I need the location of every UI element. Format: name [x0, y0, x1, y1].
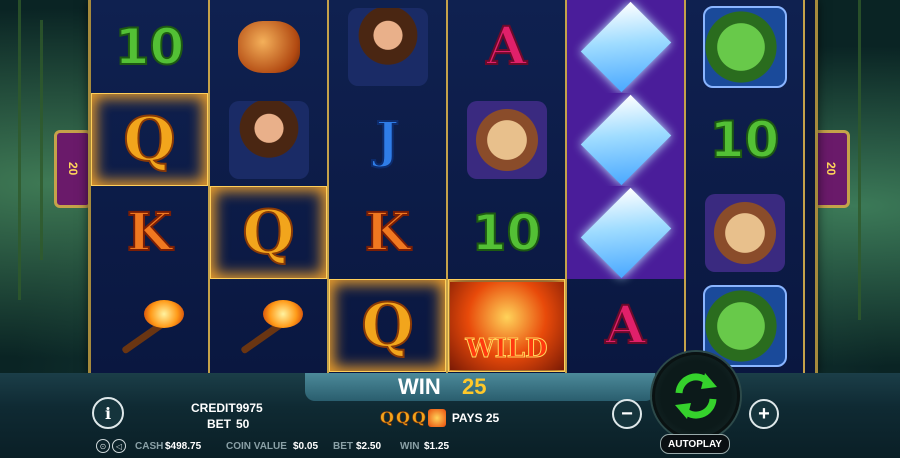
symbol-a: A	[604, 294, 646, 356]
symbol-j: J	[375, 109, 401, 169]
symbol-cell: K	[329, 186, 446, 279]
symbol-q: Q	[360, 290, 414, 361]
torch-icon	[110, 296, 190, 356]
woman-icon	[347, 7, 428, 86]
win-line-summary: Q Q Q PAYS 25	[380, 408, 500, 428]
reel-4: A 10 WILD	[448, 0, 567, 373]
bet-decrease-button[interactable]: −	[612, 399, 642, 429]
diamond-icon	[580, 94, 671, 185]
cash-value: $498.75	[165, 441, 202, 452]
pays-text: PAYS 25	[451, 410, 500, 425]
win-label: WIN	[398, 374, 441, 399]
symbol-cell: 10	[91, 0, 208, 93]
symbol-cell	[210, 0, 327, 93]
reel-6: 10	[686, 0, 805, 373]
symbol-q: Q	[241, 197, 295, 268]
vine-left-2	[40, 20, 43, 260]
wild-volcano-icon: WILD	[449, 281, 564, 370]
pays-symbol-q: Q	[395, 408, 411, 428]
spin-button[interactable]	[652, 352, 740, 440]
reel-1: 10 Q K	[91, 0, 210, 373]
symbol-cell	[567, 0, 684, 93]
symbol-cell: Q	[329, 279, 446, 372]
symbol-cell: WILD	[448, 279, 565, 372]
pays-symbol-q: Q	[411, 408, 427, 428]
symbol-cell: Q	[91, 93, 208, 186]
symbol-ten: 10	[114, 17, 186, 76]
symbol-cell	[329, 0, 446, 93]
cat-icon	[466, 100, 547, 179]
symbol-cell	[686, 0, 803, 93]
bet-info-value: $2.50	[356, 441, 382, 452]
balance-info-row: CASH $498.75 COIN VALUE $0.05 BET $2.50 …	[0, 437, 640, 457]
symbol-ten: 10	[471, 203, 543, 262]
bet-label: BET	[207, 417, 231, 431]
bet-info-label: BET	[333, 441, 353, 452]
symbol-q: Q	[122, 104, 176, 175]
wild-label: WILD	[465, 333, 548, 364]
dino-icon	[702, 284, 787, 367]
symbol-k: K	[126, 201, 173, 263]
info-button[interactable]: i	[92, 397, 124, 429]
credit-label: CREDIT	[191, 401, 236, 415]
reel-3: JKQ	[329, 0, 448, 373]
symbol-cell	[567, 93, 684, 186]
reel-2: Q	[210, 0, 329, 373]
vine-left	[18, 0, 21, 300]
symbol-cell	[448, 93, 565, 186]
win-info-value: $1.25	[424, 441, 450, 452]
coin-value-value: $0.05	[293, 441, 319, 452]
woman-icon	[228, 100, 309, 179]
diamond-icon	[580, 187, 671, 278]
symbol-cell	[567, 186, 684, 279]
symbol-cell	[210, 279, 327, 372]
amber-icon	[237, 20, 300, 73]
torch-icon	[229, 296, 309, 356]
credit-value: 9975	[236, 401, 263, 415]
win-amount: 25	[462, 374, 487, 399]
cash-label: CASH	[135, 441, 164, 452]
symbol-cell	[91, 279, 208, 372]
pays-symbol-q: Q	[380, 408, 395, 428]
symbol-ten: 10	[709, 110, 781, 169]
diamond-icon	[580, 1, 671, 92]
symbol-cell: J	[329, 93, 446, 186]
symbol-cell: 10	[448, 186, 565, 279]
symbol-cell	[686, 186, 803, 279]
reel-grid: 10 Q K Q J K Q A 10 WILD A 10	[88, 0, 818, 376]
bet-value: 50	[236, 417, 250, 431]
pays-symbol-wild	[427, 408, 446, 427]
symbol-cell: Q	[210, 186, 327, 279]
symbol-cell: K	[91, 186, 208, 279]
refresh-icon	[675, 373, 717, 419]
win-info-label: WIN	[400, 441, 420, 452]
symbol-cell: A	[448, 0, 565, 93]
reel-5: A	[567, 0, 686, 373]
bet-increase-button[interactable]: +	[749, 399, 779, 429]
vine-right	[858, 0, 861, 320]
payline-tab-left: 20	[54, 130, 92, 208]
dino-icon	[702, 5, 787, 88]
cat-icon	[704, 193, 785, 272]
autoplay-button[interactable]: AUTOPLAY	[660, 434, 730, 454]
symbol-k: K	[364, 201, 411, 263]
symbol-cell	[210, 93, 327, 186]
symbol-cell: 10	[686, 93, 803, 186]
symbol-cell: A	[567, 279, 684, 372]
symbol-a: A	[485, 15, 527, 77]
coin-value-label: COIN VALUE	[226, 441, 287, 452]
